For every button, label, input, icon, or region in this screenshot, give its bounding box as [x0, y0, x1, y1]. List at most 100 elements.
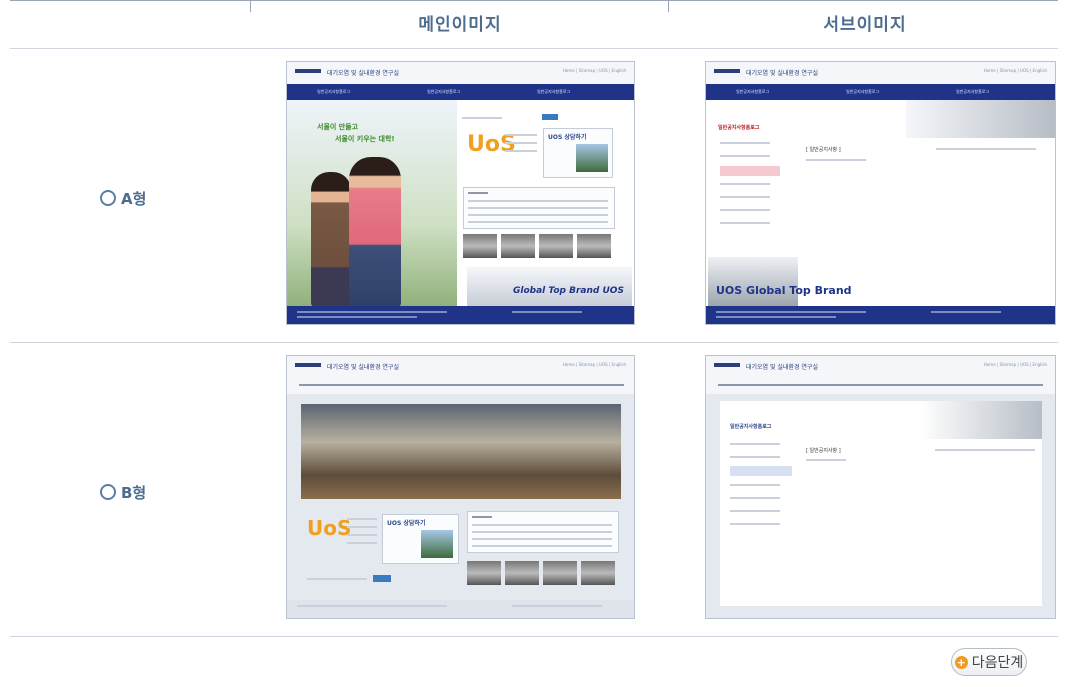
gallery-photo: [577, 234, 611, 258]
mini-text-line: [468, 192, 488, 194]
option-b-main-thumbnail[interactable]: 대기오염 및 실내환경 연구실 Home | Sitemap | UOS | E…: [286, 355, 635, 619]
mini-footer: [287, 600, 634, 618]
university-logo: [714, 363, 740, 367]
mini-search-button: [542, 114, 558, 120]
option-b-label: B형: [121, 483, 147, 502]
mini-site-title: 대기오염 및 실내환경 연구실: [327, 364, 399, 371]
option-b-sub-thumbnail[interactable]: 대기오염 및 실내환경 연구실 Home | Sitemap | UOS | E…: [705, 355, 1056, 619]
notice-panel: [463, 187, 615, 229]
side-menu-item: [720, 196, 770, 198]
mini-text-line: [472, 531, 612, 533]
gallery-photo: [543, 561, 577, 585]
gallery-photo: [463, 234, 497, 258]
content-line: [935, 449, 1035, 451]
mini-nav-item: 일반공지사항홈로그: [846, 89, 880, 94]
mini-site-title: 대기오염 및 실내환경 연구실: [327, 70, 399, 77]
radio-circle[interactable]: [100, 484, 116, 500]
mini-util-links: Home | Sitemap | UOS | English: [983, 68, 1047, 73]
option-a-radio[interactable]: A형: [100, 186, 146, 210]
option-a-label: A형: [121, 189, 147, 208]
option-a-sub-thumbnail[interactable]: 대기오염 및 실내환경 연구실 Home | Sitemap | UOS | E…: [705, 61, 1056, 325]
sub-visual: [906, 100, 1055, 138]
side-menu-item: [730, 497, 780, 499]
column-divider: [668, 0, 669, 12]
mini-header: 대기오염 및 실내환경 연구실 Home | Sitemap | UOS | E…: [706, 62, 1055, 84]
mini-nav-item: 일반공지사항홈로그: [317, 89, 351, 94]
group-photo: [421, 530, 453, 558]
mini-header: 대기오염 및 실내환경 연구실 Home | Sitemap | UOS | E…: [287, 356, 634, 394]
row-separator: [10, 636, 1058, 637]
mini-text-line: [472, 524, 612, 526]
row-separator: [10, 48, 1058, 49]
person-figure: [349, 157, 401, 307]
brand-slogan: Global Top Brand UOS: [513, 286, 624, 296]
side-menu-item: [720, 142, 770, 144]
mini-text-line: [347, 534, 377, 536]
hero-slogan-line2: 서울이 키우는 대학!: [335, 135, 395, 143]
mini-nav-item: 일반공지사항홈로그: [537, 89, 571, 94]
mini-util-links: Home | Sitemap | UOS | English: [983, 362, 1047, 367]
mini-nav: 일반공지사항홈로그 일반공지사항홈로그 일반공지사항홈로그: [706, 84, 1055, 100]
mini-text-line: [472, 538, 612, 540]
mini-text-line: [505, 142, 537, 144]
mini-text-line: [472, 545, 612, 547]
mini-nav: [718, 384, 1043, 386]
mini-text-line: [297, 605, 447, 607]
mini-footer: [287, 306, 634, 324]
library-photo: [301, 404, 621, 499]
mini-nav: 일반공지사항홈로그 일반공지사항홈로그 일반공지사항홈로그: [287, 84, 634, 100]
content-title: [ 일반공지사항 ]: [806, 147, 841, 153]
mini-util-links: Home | Sitemap | UOS | English: [562, 362, 626, 367]
mini-search-button: [373, 575, 391, 582]
side-menu-item: [730, 443, 780, 445]
plus-icon: +: [954, 655, 968, 669]
uos-counsel-box: UOS 상담하기: [543, 128, 613, 178]
uos-counsel-box: UOS 상담하기: [382, 514, 459, 564]
content-title: [ 일반공지사항 ]: [806, 448, 841, 454]
mini-nav: [299, 384, 624, 386]
sub-visual: [920, 401, 1042, 439]
side-menu-item: [720, 155, 770, 157]
mini-text-line: [347, 526, 377, 528]
gallery-photo: [539, 234, 573, 258]
mini-search: [307, 578, 367, 580]
side-menu-item: [720, 209, 770, 211]
option-b-radio[interactable]: B형: [100, 480, 146, 504]
university-logo: [295, 363, 321, 367]
gallery-photo: [467, 561, 501, 585]
mini-header: 대기오염 및 실내환경 연구실 Home | Sitemap | UOS | E…: [287, 62, 634, 84]
mini-search: [462, 117, 502, 119]
radio-circle[interactable]: [100, 190, 116, 206]
mini-site-title: 대기오염 및 실내환경 연구실: [746, 70, 818, 77]
building-image: [708, 257, 798, 307]
mini-text-line: [347, 518, 377, 520]
side-menu-item-active: [720, 166, 780, 176]
content-line: [936, 148, 1036, 150]
mini-text-line: [505, 150, 537, 152]
mini-text-line: [347, 542, 377, 544]
gallery-photo: [505, 561, 539, 585]
mini-util-links: Home | Sitemap | UOS | English: [562, 68, 626, 73]
mini-text-line: [512, 605, 602, 607]
main-image-header: 메인이미지: [418, 15, 502, 35]
gallery-photo: [581, 561, 615, 585]
mini-nav-item: 일반공지사항홈로그: [427, 89, 461, 94]
uos-box-title: UOS 상담하기: [387, 520, 426, 527]
next-step-button[interactable]: + 다음단계: [951, 648, 1027, 676]
mini-site-title: 대기오염 및 실내환경 연구실: [746, 364, 818, 371]
side-menu-item: [730, 484, 780, 486]
mini-text-line: [505, 134, 537, 136]
brand-slogan: UOS Global Top Brand: [716, 284, 852, 297]
group-photo: [576, 144, 608, 172]
content-line: [806, 459, 846, 461]
side-menu-title: 일반공지사항홈로그: [718, 125, 760, 131]
column-divider: [250, 0, 251, 12]
side-menu-title: 일반공지사항홈로그: [730, 424, 772, 430]
mini-text-line: [468, 221, 608, 223]
mini-text-line: [468, 200, 608, 202]
mini-nav-item: 일반공지사항홈로그: [956, 89, 990, 94]
side-menu-item: [720, 183, 770, 185]
mini-text-line: [472, 516, 492, 518]
option-a-main-thumbnail[interactable]: 대기오염 및 실내환경 연구실 Home | Sitemap | UOS | E…: [286, 61, 635, 325]
mini-nav-item: 일반공지사항홈로그: [736, 89, 770, 94]
